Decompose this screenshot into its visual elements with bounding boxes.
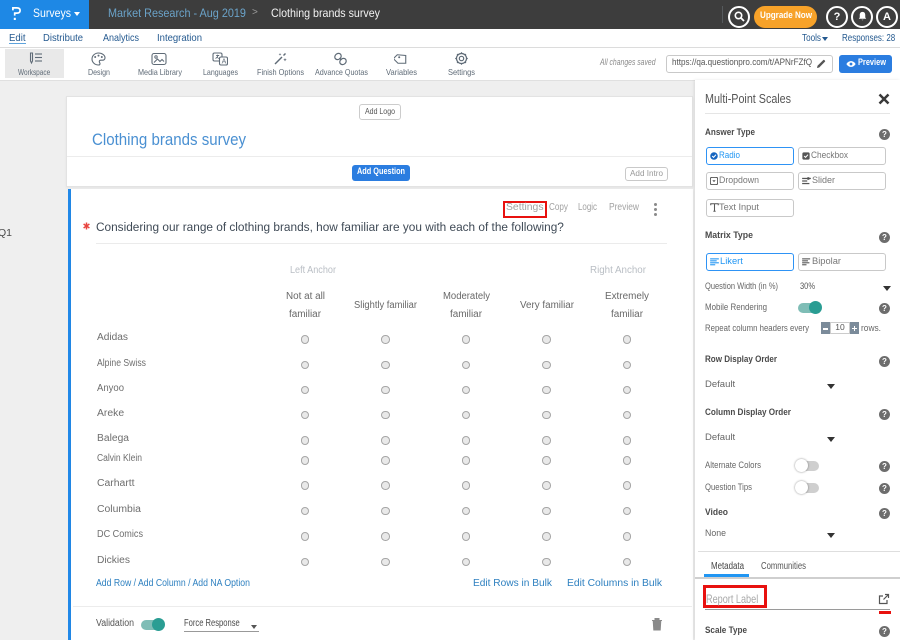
svg-text:A: A — [222, 59, 227, 66]
